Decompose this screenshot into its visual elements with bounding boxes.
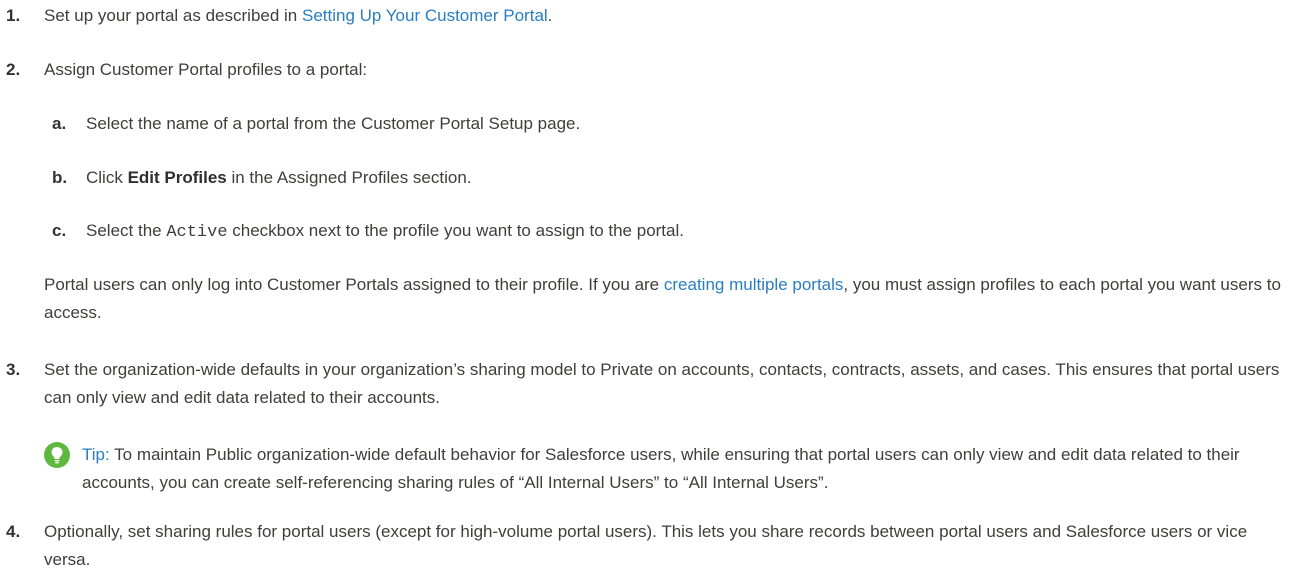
substep-number: c. (52, 221, 67, 240)
setting-up-portal-link[interactable]: Setting Up Your Customer Portal (302, 6, 548, 25)
step-text: Assign Customer Portal profiles to a por… (44, 60, 368, 79)
step-number: 2. (6, 60, 21, 79)
substep-text: Select the name of a portal from the Cus… (86, 114, 581, 133)
substep-text: Select the Active checkbox next to the p… (86, 221, 684, 242)
step-text: Set up your portal as described in Setti… (44, 6, 553, 25)
substep-number: b. (52, 168, 68, 187)
tip-text: Tip: To maintain Public organization-wid… (82, 445, 1240, 492)
note-text: Portal users can only log into Customer … (44, 275, 1281, 322)
active-code: Active (166, 223, 228, 242)
substep-text: Click Edit Profiles in the Assigned Prof… (86, 168, 472, 187)
step-number: 3. (6, 360, 21, 379)
step-number: 4. (6, 522, 21, 541)
lightbulb-icon (44, 442, 70, 468)
tip-label: Tip: (82, 445, 110, 464)
substep-number: a. (52, 114, 67, 133)
edit-profiles-label: Edit Profiles (127, 168, 227, 187)
step-text: Set the organization-wide defaults in yo… (44, 360, 1280, 407)
step-text: Optionally, set sharing rules for portal… (44, 522, 1248, 569)
creating-multiple-portals-link[interactable]: creating multiple portals (664, 275, 844, 294)
step-number: 1. (6, 6, 21, 25)
document-page: 1. Set up your portal as described in Se… (0, 0, 1308, 577)
